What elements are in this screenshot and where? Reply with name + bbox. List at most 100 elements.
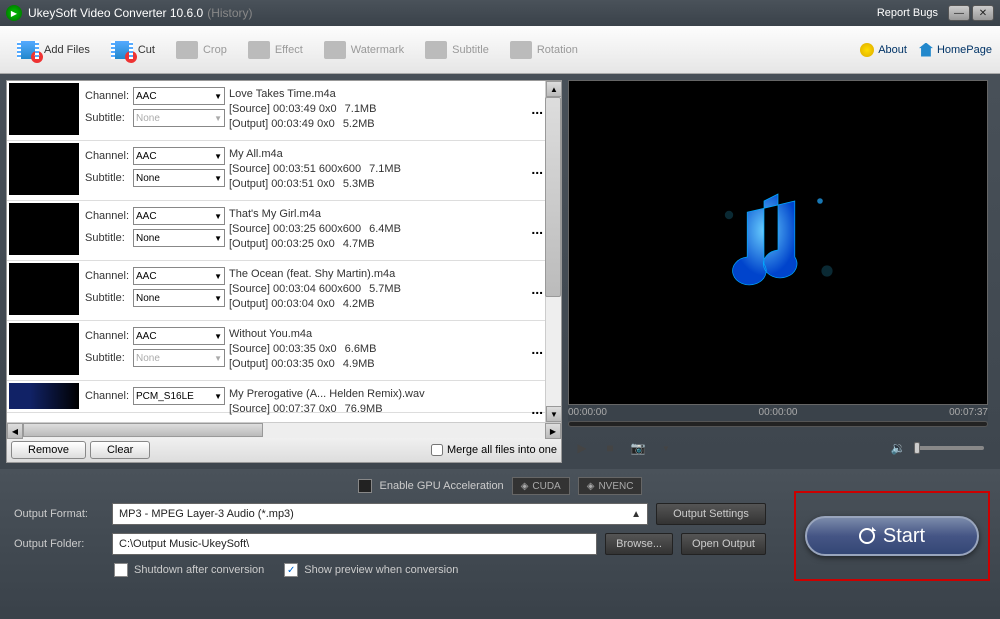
cut-icon [110, 38, 134, 62]
home-icon [919, 43, 933, 57]
merge-checkbox[interactable] [431, 444, 443, 456]
channel-select[interactable]: AAC▼ [133, 267, 225, 285]
add-files-button[interactable]: + Add Files [8, 34, 98, 66]
file-item[interactable]: Channel:AAC▼ Subtitle:None▼ The Ocean (f… [7, 261, 561, 321]
vertical-scrollbar[interactable]: ▲ ▼ [545, 81, 561, 422]
remove-button[interactable]: Remove [11, 441, 86, 459]
hscroll-left-button[interactable]: ◀ [7, 423, 23, 439]
browse-button[interactable]: Browse... [605, 533, 673, 555]
gpu-checkbox[interactable] [358, 479, 372, 493]
file-item[interactable]: Channel:AAC▼ Subtitle:None▼ My All.m4a [… [7, 141, 561, 201]
subtitle-select[interactable]: None▼ [133, 109, 225, 127]
more-menu[interactable]: ... [531, 83, 543, 138]
subtitle-select[interactable]: None▼ [133, 289, 225, 307]
source-size: 7.1MB [369, 162, 401, 177]
shutdown-checkbox[interactable] [114, 563, 128, 577]
subtitle-icon [424, 38, 448, 62]
effect-button[interactable]: Effect [239, 34, 311, 66]
channel-select[interactable]: PCM_S16LE▼ [133, 387, 225, 405]
output-info: [Output] 00:03:49 0x0 [229, 117, 335, 132]
subtitle-select[interactable]: None▼ [133, 169, 225, 187]
preview-checkbox[interactable]: ✓ [284, 563, 298, 577]
file-list-panel: ▲ ▼ Channel:AAC▼ Subtitle:None▼ Love Tak… [6, 80, 562, 463]
seek-slider[interactable] [568, 421, 988, 427]
more-menu[interactable]: ... [531, 203, 543, 258]
crop-icon [175, 38, 199, 62]
file-name: My Prerogative (A... Helden Remix).wav [229, 387, 531, 402]
more-menu[interactable]: ... [531, 383, 543, 410]
time-start: 00:00:00 [568, 407, 607, 419]
channel-select[interactable]: AAC▼ [133, 147, 225, 165]
open-output-button[interactable]: Open Output [681, 533, 766, 555]
homepage-link[interactable]: HomePage [919, 43, 992, 57]
file-item[interactable]: Channel:AAC▼ Subtitle:None▼ That's My Gi… [7, 201, 561, 261]
cut-button[interactable]: Cut [102, 34, 163, 66]
gpu-label: Enable GPU Acceleration [380, 480, 504, 492]
award-icon [860, 43, 874, 57]
file-name: My All.m4a [229, 147, 531, 162]
source-info: [Source] 00:07:37 0x0 [229, 402, 337, 417]
volume-icon[interactable]: 🔉 [888, 438, 908, 458]
crop-button[interactable]: Crop [167, 34, 235, 66]
channel-label: Channel: [85, 390, 131, 402]
horizontal-scrollbar[interactable]: ◀ ▶ [7, 422, 561, 438]
add-files-icon: + [16, 38, 40, 62]
file-item[interactable]: Channel:PCM_S16LE▼ My Prerogative (A... … [7, 381, 561, 413]
play-button[interactable]: ▶ [572, 438, 592, 458]
volume-slider[interactable] [914, 446, 984, 450]
source-size: 76.9MB [345, 402, 383, 417]
more-menu[interactable]: ... [531, 263, 543, 318]
preview-panel: 00:00:00 00:00:00 00:07:37 ▶ ■ 📷 ▼ 🔉 [568, 80, 988, 463]
hscroll-right-button[interactable]: ▶ [545, 423, 561, 439]
channel-select[interactable]: AAC▼ [133, 207, 225, 225]
shutdown-label: Shutdown after conversion [134, 564, 264, 576]
subtitle-select[interactable]: None▼ [133, 349, 225, 367]
watermark-button[interactable]: Watermark [315, 34, 412, 66]
rotation-icon [509, 38, 533, 62]
file-item[interactable]: Channel:AAC▼ Subtitle:None▼ Without You.… [7, 321, 561, 381]
minimize-button[interactable]: — [948, 5, 970, 21]
report-bugs-link[interactable]: Report Bugs [877, 7, 938, 19]
footer: Enable GPU Acceleration ◈ CUDA ◈ NVENC O… [0, 469, 1000, 613]
file-name: That's My Girl.m4a [229, 207, 531, 222]
output-settings-button[interactable]: Output Settings [656, 503, 766, 525]
source-info: [Source] 00:03:49 0x0 [229, 102, 337, 117]
music-note-icon [708, 173, 848, 313]
scroll-up-button[interactable]: ▲ [546, 81, 561, 97]
source-size: 6.4MB [369, 222, 401, 237]
time-display: 00:00:00 00:00:00 00:07:37 [568, 405, 988, 421]
app-logo-icon [6, 5, 22, 21]
channel-label: Channel: [85, 330, 131, 342]
close-button[interactable]: ✕ [972, 5, 994, 21]
about-link[interactable]: About [860, 43, 907, 57]
file-item[interactable]: Channel:AAC▼ Subtitle:None▼ Love Takes T… [7, 81, 561, 141]
cut-label: Cut [138, 44, 155, 56]
rotation-button[interactable]: Rotation [501, 34, 586, 66]
output-folder-field[interactable]: C:\Output Music-UkeySoft\ [112, 533, 597, 555]
scroll-thumb[interactable] [545, 97, 561, 297]
snapshot-button[interactable]: 📷 [628, 438, 648, 458]
output-size: 5.2MB [343, 117, 375, 132]
file-name: Love Takes Time.m4a [229, 87, 531, 102]
add-files-label: Add Files [44, 44, 90, 56]
stop-button[interactable]: ■ [600, 438, 620, 458]
output-info: [Output] 00:03:25 0x0 [229, 237, 335, 252]
output-format-select[interactable]: MP3 - MPEG Layer-3 Audio (*.mp3)▲ [112, 503, 648, 525]
subtitle-label: Subtitle [452, 44, 489, 56]
subtitle-label: Subtitle: [85, 112, 131, 124]
channel-select[interactable]: AAC▼ [133, 327, 225, 345]
snapshot-dropdown[interactable]: ▼ [656, 438, 676, 458]
time-end: 00:07:37 [949, 407, 988, 419]
hscroll-thumb[interactable] [23, 423, 263, 437]
start-button[interactable]: Start [805, 516, 979, 556]
file-name: The Ocean (feat. Shy Martin).m4a [229, 267, 531, 282]
subtitle-label: Subtitle: [85, 172, 131, 184]
clear-button[interactable]: Clear [90, 441, 150, 459]
channel-select[interactable]: AAC▼ [133, 87, 225, 105]
more-menu[interactable]: ... [531, 143, 543, 198]
more-menu[interactable]: ... [531, 323, 543, 378]
source-size: 5.7MB [369, 282, 401, 297]
scroll-down-button[interactable]: ▼ [546, 406, 561, 422]
subtitle-select[interactable]: None▼ [133, 229, 225, 247]
subtitle-button[interactable]: Subtitle [416, 34, 497, 66]
